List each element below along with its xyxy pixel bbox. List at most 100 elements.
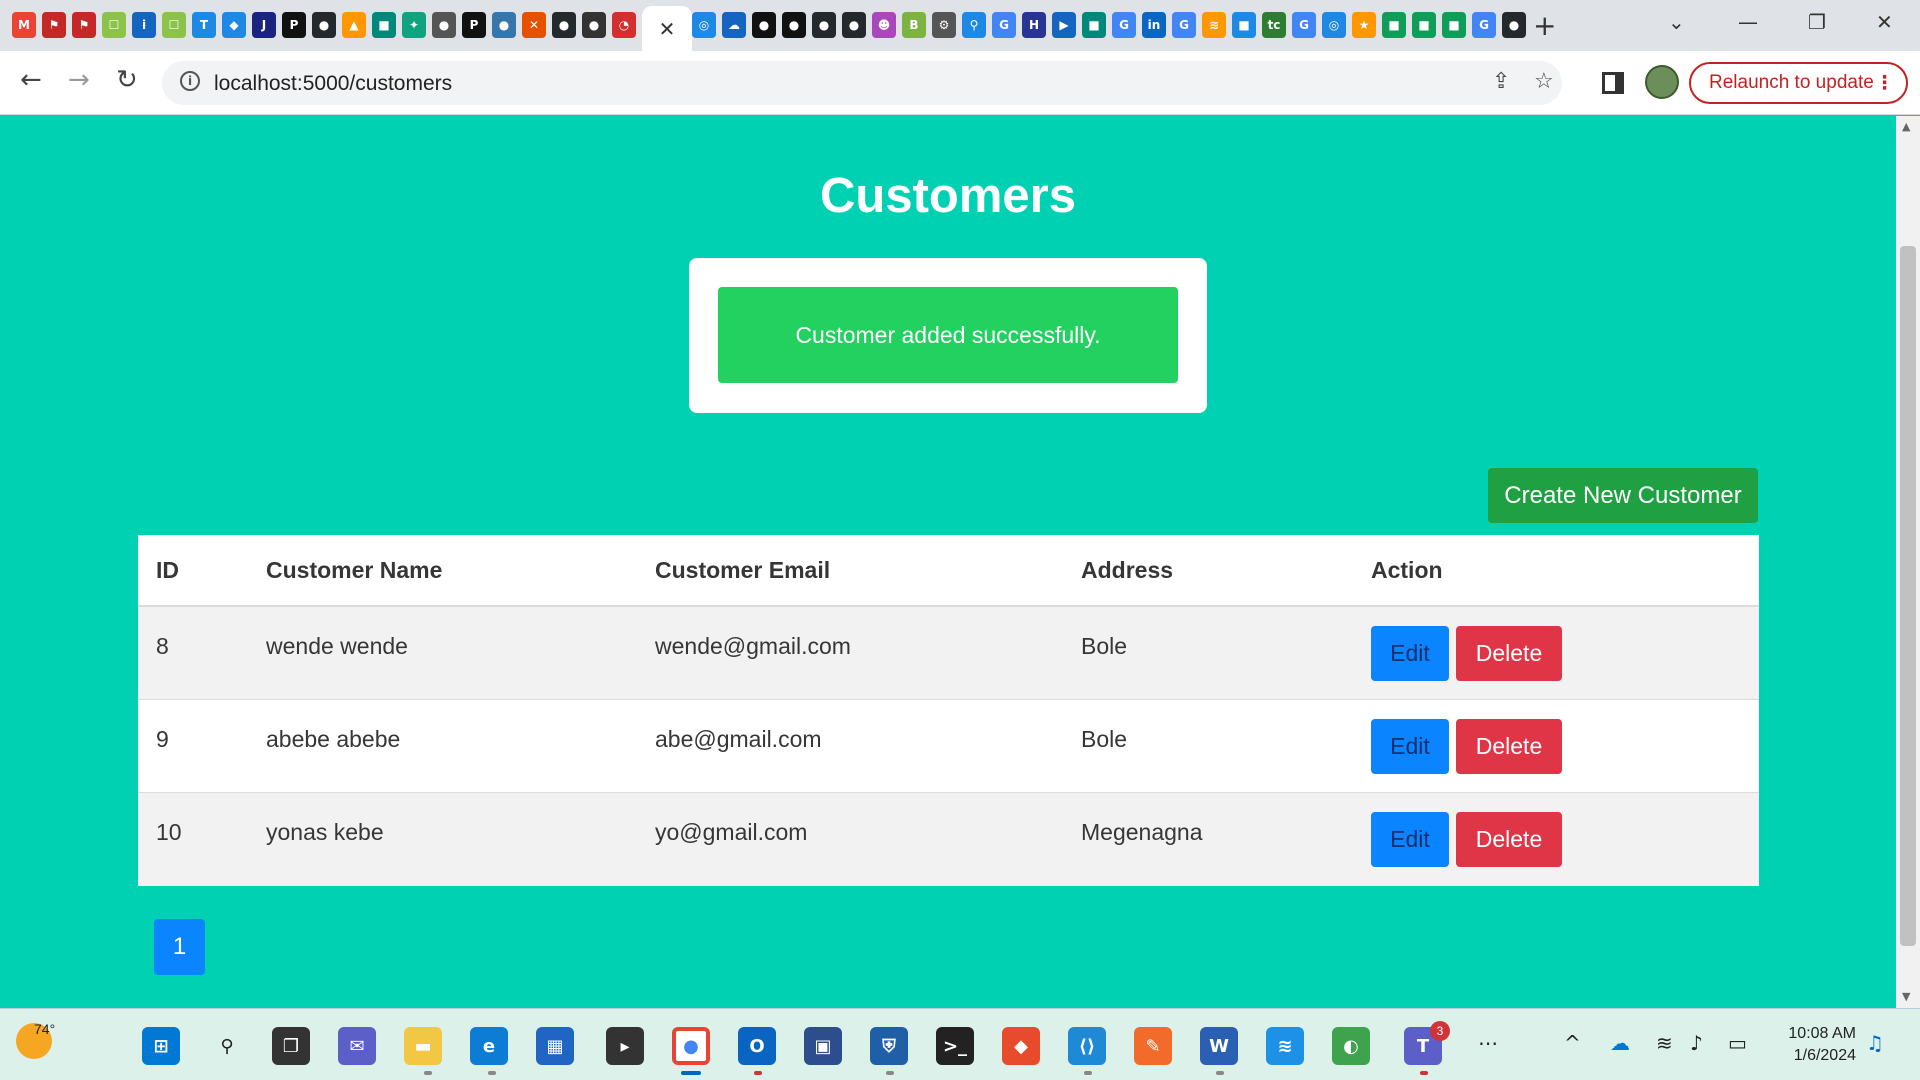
restore-icon[interactable]: ❐ xyxy=(1808,10,1826,34)
j2c-icon[interactable]: J xyxy=(252,12,276,38)
back-icon[interactable]: ← xyxy=(20,65,42,95)
app-icon[interactable]: ⚑ xyxy=(42,12,66,38)
relaunch-button[interactable]: Relaunch to update ⋮ xyxy=(1689,62,1908,104)
scroll-down-icon[interactable]: ▼ xyxy=(1902,990,1910,1003)
app-icon[interactable]: ● xyxy=(432,12,456,38)
clock[interactable]: 10:08 AM 1/6/2024 xyxy=(1756,1023,1856,1067)
python-icon[interactable]: ● xyxy=(492,12,516,38)
task-view-icon[interactable]: ❐ xyxy=(272,1027,310,1065)
terminal-app-icon[interactable]: ▸ xyxy=(606,1027,644,1065)
pagination-page-1[interactable]: 1 xyxy=(154,919,205,975)
app-icon[interactable]: ▲ xyxy=(342,12,366,38)
defender-icon[interactable]: ⛨ xyxy=(870,1027,908,1065)
edit-button[interactable]: Edit xyxy=(1371,719,1449,774)
github-icon[interactable]: ● xyxy=(1502,12,1526,38)
side-panel-icon[interactable] xyxy=(1602,72,1624,94)
github-icon[interactable]: ● xyxy=(812,12,836,38)
app-icon[interactable]: ⚙ xyxy=(932,12,956,38)
gmail-icon[interactable]: M xyxy=(12,12,36,38)
p-icon[interactable]: P xyxy=(282,12,306,38)
menu-icon[interactable]: ⋮ xyxy=(1875,64,1894,102)
delete-button[interactable]: Delete xyxy=(1456,812,1562,867)
delete-button[interactable]: Delete xyxy=(1456,626,1562,681)
share-icon[interactable]: ⇪ xyxy=(1492,69,1510,94)
more-apps-icon[interactable]: ⋯ xyxy=(1478,1031,1498,1055)
chrome-icon[interactable]: ● xyxy=(672,1027,710,1065)
app-icon[interactable]: ✕ xyxy=(522,12,546,38)
reload-icon[interactable]: ↻ xyxy=(116,65,138,95)
profile-avatar[interactable] xyxy=(1645,65,1679,99)
google-icon[interactable]: G xyxy=(1172,12,1196,38)
app-icon[interactable]: ★ xyxy=(1352,12,1376,38)
create-customer-button[interactable]: Create New Customer xyxy=(1488,468,1758,523)
diamond-icon[interactable]: ◆ xyxy=(222,12,246,38)
github-icon[interactable]: ● xyxy=(552,12,576,38)
search-icon[interactable]: ⚲ xyxy=(208,1027,246,1065)
minimize-icon[interactable]: — xyxy=(1738,10,1758,34)
onedrive-icon[interactable]: ☁ xyxy=(1610,1031,1630,1055)
site-info-icon[interactable]: i xyxy=(180,71,200,91)
edit-button[interactable]: Edit xyxy=(1371,812,1449,867)
notification-bell-icon[interactable]: ♫ xyxy=(1866,1031,1884,1055)
sheets-icon[interactable]: ■ xyxy=(1442,12,1466,38)
wifi-icon[interactable]: ≋ xyxy=(1656,1031,1673,1055)
tray-overflow-icon[interactable]: ^ xyxy=(1564,1031,1581,1055)
medium-icon[interactable]: ● xyxy=(782,12,806,38)
app-icon[interactable]: ▶ xyxy=(1052,12,1076,38)
sheets-icon[interactable]: ■ xyxy=(1412,12,1436,38)
chat-icon[interactable]: ✉ xyxy=(338,1027,376,1065)
app-icon[interactable]: tc xyxy=(1262,12,1286,38)
github-icon[interactable]: ● xyxy=(842,12,866,38)
scroll-thumb[interactable] xyxy=(1900,246,1916,946)
windows-start-icon[interactable]: ⊞ xyxy=(142,1027,180,1065)
meet-icon[interactable]: ■ xyxy=(1082,12,1106,38)
close-window-icon[interactable]: ✕ xyxy=(1876,10,1893,34)
b64-icon[interactable]: B xyxy=(902,12,926,38)
vscode-icon[interactable]: ⟨⟩ xyxy=(1068,1027,1106,1065)
delete-button[interactable]: Delete xyxy=(1456,719,1562,774)
medium-icon[interactable]: ● xyxy=(752,12,776,38)
app-icon[interactable]: ◔ xyxy=(612,12,636,38)
file-explorer-icon[interactable]: ▬ xyxy=(404,1027,442,1065)
app-icon[interactable]: ◎ xyxy=(1322,12,1346,38)
app-icon[interactable]: H xyxy=(1022,12,1046,38)
app-icon[interactable]: ☐ xyxy=(102,12,126,38)
google-icon[interactable]: G xyxy=(1112,12,1136,38)
remote-desktop-icon[interactable]: ▣ xyxy=(804,1027,842,1065)
url-text[interactable]: localhost:5000/customers xyxy=(214,72,452,96)
word-icon[interactable]: W xyxy=(1200,1027,1238,1065)
postman-icon[interactable]: ✎ xyxy=(1134,1027,1172,1065)
battery-icon[interactable]: ▭ xyxy=(1728,1031,1747,1055)
edit-button[interactable]: Edit xyxy=(1371,626,1449,681)
app-icon[interactable]: ⚑ xyxy=(72,12,96,38)
store-icon[interactable]: ▦ xyxy=(536,1027,574,1065)
compass-icon[interactable]: ◐ xyxy=(1332,1027,1370,1065)
app-icon[interactable]: ● xyxy=(582,12,606,38)
volume-icon[interactable]: ♪ xyxy=(1690,1031,1703,1055)
app-icon[interactable]: ☻ xyxy=(872,12,896,38)
app-icon[interactable]: ⚲ xyxy=(962,12,986,38)
bookmark-star-icon[interactable]: ☆ xyxy=(1534,69,1554,94)
git-icon[interactable]: ◆ xyxy=(1002,1027,1040,1065)
tab-search-icon[interactable]: ⌄ xyxy=(1668,10,1685,34)
chatgpt-icon[interactable]: ✦ xyxy=(402,12,426,38)
t-icon[interactable]: T xyxy=(192,12,216,38)
meet-icon[interactable]: ■ xyxy=(372,12,396,38)
info-icon[interactable]: i xyxy=(132,12,156,38)
app-icon[interactable]: ◎ xyxy=(692,12,716,38)
forward-icon[interactable]: → xyxy=(68,65,90,95)
github-icon[interactable]: ● xyxy=(312,12,336,38)
app-icon[interactable]: ≋ xyxy=(1202,12,1226,38)
linkedin-icon[interactable]: in xyxy=(1142,12,1166,38)
app-icon[interactable]: ■ xyxy=(1232,12,1256,38)
outlook-icon[interactable]: O xyxy=(738,1027,776,1065)
docker-icon[interactable]: ≋ xyxy=(1266,1027,1304,1065)
google-icon[interactable]: G xyxy=(992,12,1016,38)
sheets-icon[interactable]: ■ xyxy=(1382,12,1406,38)
app-icon[interactable]: ☐ xyxy=(162,12,186,38)
close-tab-icon[interactable]: ✕ xyxy=(659,17,676,41)
address-bar[interactable]: i localhost:5000/customers ⇪ ☆ xyxy=(162,61,1562,105)
page-scrollbar[interactable]: ▲ ▼ xyxy=(1896,116,1920,1008)
cloud-icon[interactable]: ☁ xyxy=(722,12,746,38)
scroll-up-icon[interactable]: ▲ xyxy=(1902,120,1910,133)
